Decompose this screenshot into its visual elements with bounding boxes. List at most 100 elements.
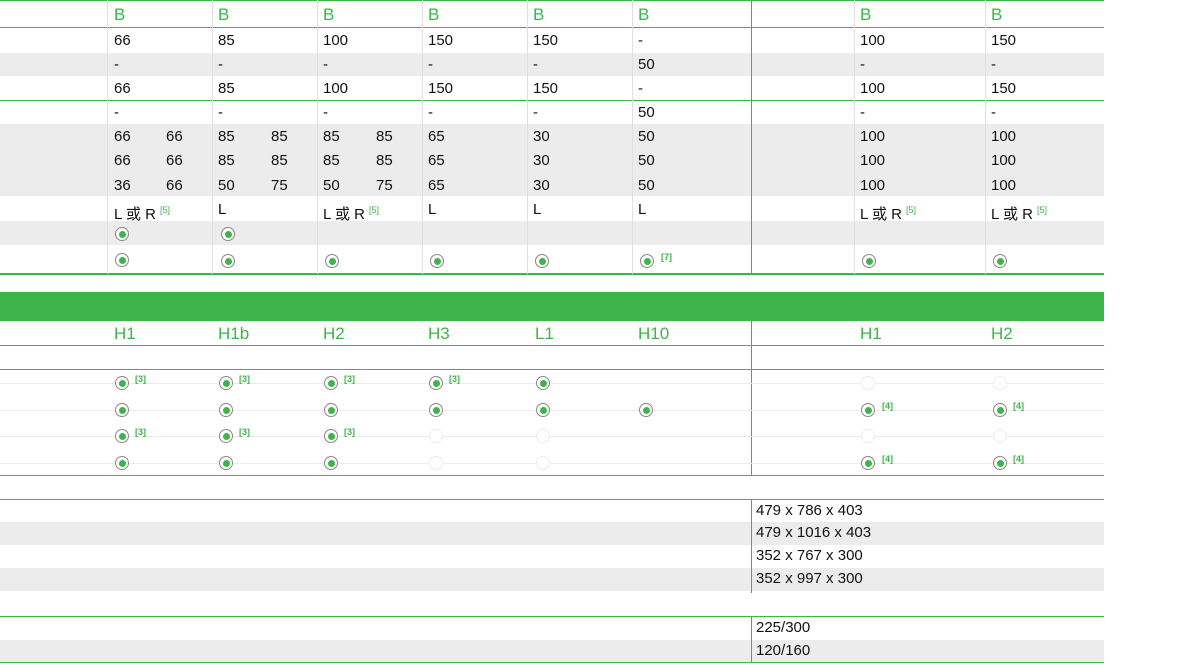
table-cell: - [860,104,865,121]
dimension-value: 479 x 1016 x 403 [756,524,872,541]
radio-icon [430,254,444,268]
table-cell: 50 [638,128,655,145]
table-cell: L [428,201,437,218]
table-cell: 66 [114,32,131,49]
table-cell: - [323,104,328,121]
radio-icon [219,456,233,470]
table-cell: 100 [991,128,1017,145]
table-cell: L [218,201,227,218]
table-cell: 65 [428,177,445,194]
ratio-value: 225/300 [756,619,811,636]
row-stripe [0,568,1104,591]
radio-icon [221,227,235,241]
radio-icon [115,227,129,241]
table-cell: 150 [533,32,559,49]
footnote-ref: [3] [135,374,146,384]
table-cell: 36 [114,177,131,194]
table-cell: 100 [860,128,886,145]
table-cell: - [860,56,865,73]
table-cell: 66 [114,152,131,169]
column-header: H1b [218,324,250,343]
table-cell: 100 [991,177,1017,194]
divider [0,27,1104,28]
table-cell: 85 [376,152,393,169]
table-cell: L 或 R [5] [991,205,1047,223]
radio-icon [861,403,875,417]
column-header: H2 [991,324,1013,343]
radio-icon [221,254,235,268]
radio-icon [324,376,338,390]
radio-icon [429,403,443,417]
column-header: B [114,5,126,24]
row-stripe [0,522,1104,545]
radio-empty-icon [429,429,443,443]
table-cell: 50 [218,177,235,194]
divider [0,273,1104,275]
divider [0,369,1104,370]
table-cell: 100 [860,80,886,97]
table-cell: 100 [860,32,886,49]
table-cell: 150 [533,80,559,97]
footnote-ref: [3] [344,427,355,437]
table-cell: 85 [271,128,288,145]
divider [0,0,1104,1]
table-cell: 30 [533,177,550,194]
footnote-ref: [3] [135,427,146,437]
table-cell: - [218,56,223,73]
footnote-ref: [7] [661,252,672,262]
column-header: B [860,5,872,24]
divider [0,616,1104,617]
table-cell: - [533,104,538,121]
radio-empty-icon [993,429,1007,443]
column-header: B [218,5,230,24]
radio-icon [993,456,1007,470]
row-stripe [0,640,1104,662]
footnote-ref: [4] [1013,401,1024,411]
column-header: H1 [860,324,882,343]
dimension-value: 352 x 997 x 300 [756,570,863,587]
radio-icon [861,456,875,470]
radio-icon [115,403,129,417]
table-cell: 65 [428,128,445,145]
radio-icon [639,403,653,417]
radio-icon [115,456,129,470]
table-cell: 66 [166,177,183,194]
table-cell: - [638,80,643,97]
table-cell: 100 [323,32,349,49]
table-cell: 100 [323,80,349,97]
divider [0,499,1104,500]
column-header: H3 [428,324,450,343]
radio-empty-icon [429,456,443,470]
divider [0,100,1104,101]
radio-icon [993,254,1007,268]
radio-empty-icon [861,429,875,443]
table-cell: 75 [376,177,393,194]
table-cell: 30 [533,152,550,169]
radio-icon [324,403,338,417]
table-cell: - [991,56,996,73]
table-cell: 85 [218,128,235,145]
table-cell: 66 [166,152,183,169]
column-header: B [428,5,440,24]
radio-empty-icon [861,376,875,390]
table-cell: 85 [271,152,288,169]
footnote-ref: [4] [1013,454,1024,464]
radio-icon [219,403,233,417]
table-cell: 85 [218,152,235,169]
table-cell: L 或 R [5] [323,205,379,223]
radio-icon [536,376,550,390]
table-cell: 65 [428,152,445,169]
radio-icon [535,254,549,268]
column-header: H1 [114,324,136,343]
table-cell: - [533,56,538,73]
radio-empty-icon [993,376,1007,390]
table-cell: 66 [166,128,183,145]
radio-icon [536,403,550,417]
table-cell: 75 [271,177,288,194]
radio-icon [993,403,1007,417]
radio-icon [324,429,338,443]
row-stripe [0,221,1104,245]
table-cell: - [991,104,996,121]
radio-icon [219,376,233,390]
table-cell: 85 [323,128,340,145]
